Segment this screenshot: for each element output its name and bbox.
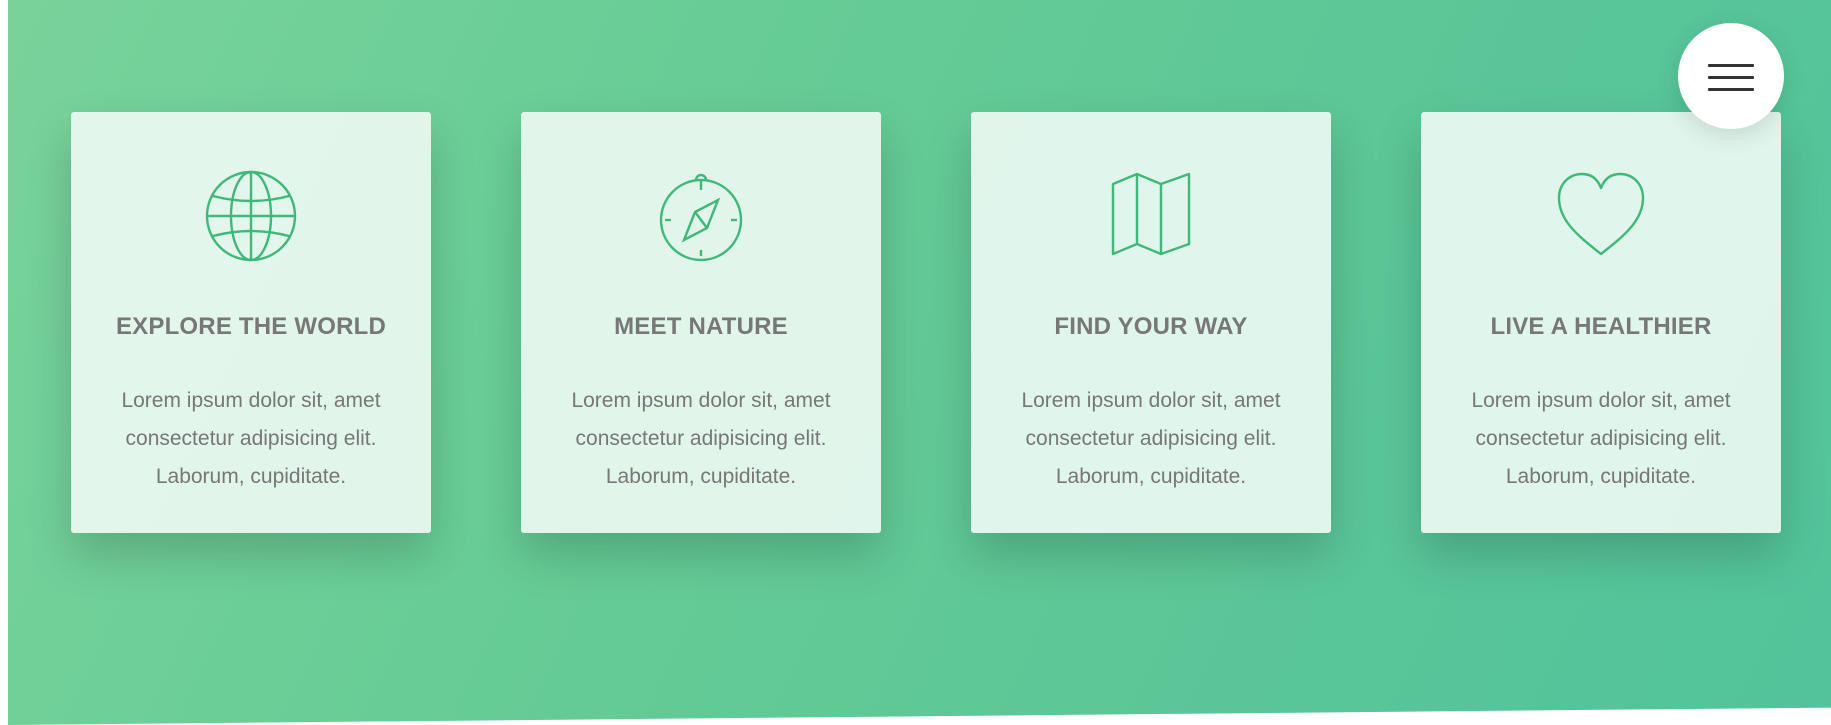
features-section: EXPLORE THE WORLD Lorem ipsum dolor sit,… (8, 0, 1831, 725)
map-icon (1101, 166, 1201, 266)
hamburger-menu-icon (1708, 64, 1754, 67)
feature-card-healthier: LIVE A HEALTHIER Lorem ipsum dolor sit, … (1421, 112, 1781, 533)
globe-icon (201, 166, 301, 266)
feature-card-nature: MEET NATURE Lorem ipsum dolor sit, amet … (521, 112, 881, 533)
heart-icon (1551, 166, 1651, 266)
hamburger-menu-icon-bar (1708, 76, 1754, 79)
feature-title: MEET NATURE (614, 313, 788, 340)
feature-description: Lorem ipsum dolor sit, amet consectetur … (1471, 389, 1731, 488)
feature-card-explore: EXPLORE THE WORLD Lorem ipsum dolor sit,… (71, 112, 431, 533)
feature-description: Lorem ipsum dolor sit, amet consectetur … (121, 389, 381, 488)
feature-description: Lorem ipsum dolor sit, amet consectetur … (571, 389, 831, 488)
feature-title: FIND YOUR WAY (1054, 313, 1248, 340)
hamburger-menu-icon-bar (1708, 88, 1754, 91)
feature-title: LIVE A HEALTHIER (1490, 313, 1712, 340)
compass-icon (651, 166, 751, 266)
feature-title: EXPLORE THE WORLD (115, 313, 387, 340)
feature-card-find-way: FIND YOUR WAY Lorem ipsum dolor sit, ame… (971, 112, 1331, 533)
menu-button[interactable] (1678, 23, 1784, 129)
feature-description: Lorem ipsum dolor sit, amet consectetur … (1021, 389, 1281, 488)
